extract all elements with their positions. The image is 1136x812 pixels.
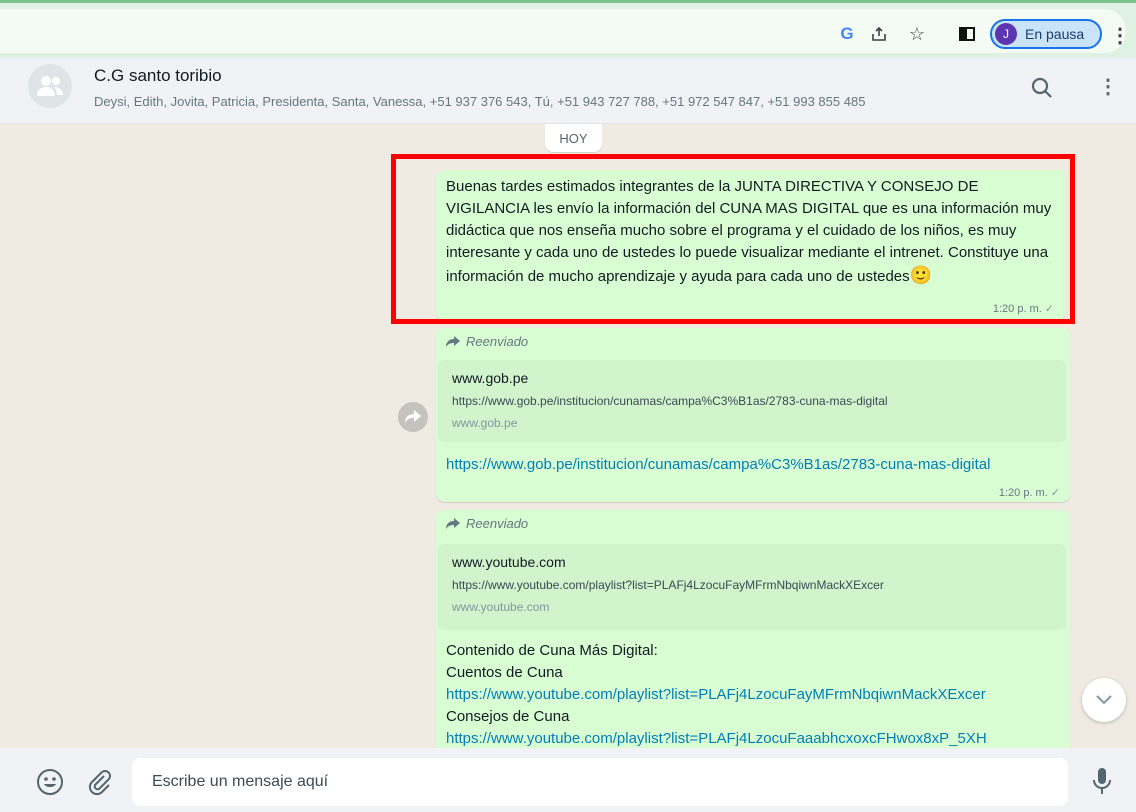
- message-line: Cuentos de Cuna: [446, 664, 563, 681]
- message-text-block: Contenido de Cuna Más Digital: Cuentos d…: [446, 640, 1066, 748]
- message-input[interactable]: [132, 758, 1068, 806]
- forward-arrow-icon: [405, 410, 421, 423]
- time-text: 1:20 p. m.: [998, 487, 1048, 499]
- google-lens-icon[interactable]: G: [836, 23, 858, 45]
- profile-button[interactable]: J En pausa: [990, 19, 1102, 49]
- browser-toolbar: G ☆ J En pausa ⋮: [0, 0, 1136, 58]
- group-avatar[interactable]: [28, 64, 72, 108]
- forward-arrow-icon: [446, 335, 460, 347]
- chat-header[interactable]: C.G santo toribio Deysi, Edith, Jovita, …: [0, 58, 1136, 124]
- chat-members: Deysi, Edith, Jovita, Patricia, Presiden…: [94, 94, 866, 109]
- emoji-icon[interactable]: [36, 768, 64, 796]
- avatar: J: [995, 23, 1017, 45]
- forwarded-label: Reenviado: [446, 516, 528, 531]
- message-time: 1:20 p. m. ✓: [999, 486, 1060, 499]
- group-icon: [37, 76, 63, 96]
- preview-url: https://www.youtube.com/playlist?list=PL…: [452, 578, 884, 592]
- profile-status-label: En pausa: [1025, 26, 1085, 42]
- message-line: Consejos de Cuna: [446, 708, 570, 725]
- chevron-down-icon: [1096, 695, 1112, 705]
- forwarded-text: Reenviado: [466, 334, 529, 349]
- message-link[interactable]: https://www.gob.pe/institucion/cunamas/c…: [446, 454, 1036, 476]
- forward-arrow-icon: [446, 517, 460, 529]
- chat-menu-icon[interactable]: ⋮: [1098, 74, 1118, 99]
- browser-menu-icon[interactable]: ⋮: [1110, 23, 1130, 48]
- forwarded-text: Reenviado: [466, 516, 529, 531]
- preview-domain: www.gob.pe: [452, 416, 518, 430]
- link-preview-card[interactable]: www.youtube.com https://www.youtube.com/…: [438, 544, 1066, 630]
- link-preview-card[interactable]: www.gob.pe https://www.gob.pe/institucio…: [438, 360, 1066, 442]
- scroll-to-bottom-button[interactable]: [1082, 678, 1126, 722]
- message-link[interactable]: https://www.youtube.com/playlist?list=PL…: [446, 728, 1066, 748]
- chat-title: C.G santo toribio: [94, 66, 222, 85]
- microphone-icon[interactable]: [1090, 766, 1114, 796]
- forwarded-label: Reenviado: [446, 334, 528, 349]
- side-panel-icon[interactable]: [956, 23, 978, 45]
- forward-message-button[interactable]: [398, 402, 428, 432]
- red-highlight-frame: [391, 154, 1075, 324]
- preview-title: www.gob.pe: [452, 370, 529, 386]
- sent-check-icon: ✓: [1050, 487, 1060, 499]
- share-icon[interactable]: [868, 23, 890, 45]
- preview-title: www.youtube.com: [452, 554, 566, 570]
- search-icon[interactable]: [1030, 76, 1054, 100]
- date-chip: HOY: [545, 124, 602, 152]
- conversation-panel[interactable]: HOY Buenas tardes estimados integrantes …: [0, 124, 1136, 748]
- paperclip-icon[interactable]: [86, 768, 112, 796]
- message-line: Contenido de Cuna Más Digital:: [446, 642, 658, 659]
- preview-domain: www.youtube.com: [452, 600, 550, 614]
- message-link[interactable]: https://www.youtube.com/playlist?list=PL…: [446, 684, 1066, 706]
- message-composer: [0, 748, 1136, 812]
- preview-url: https://www.gob.pe/institucion/cunamas/c…: [452, 394, 888, 408]
- bookmark-star-icon[interactable]: ☆: [906, 23, 928, 45]
